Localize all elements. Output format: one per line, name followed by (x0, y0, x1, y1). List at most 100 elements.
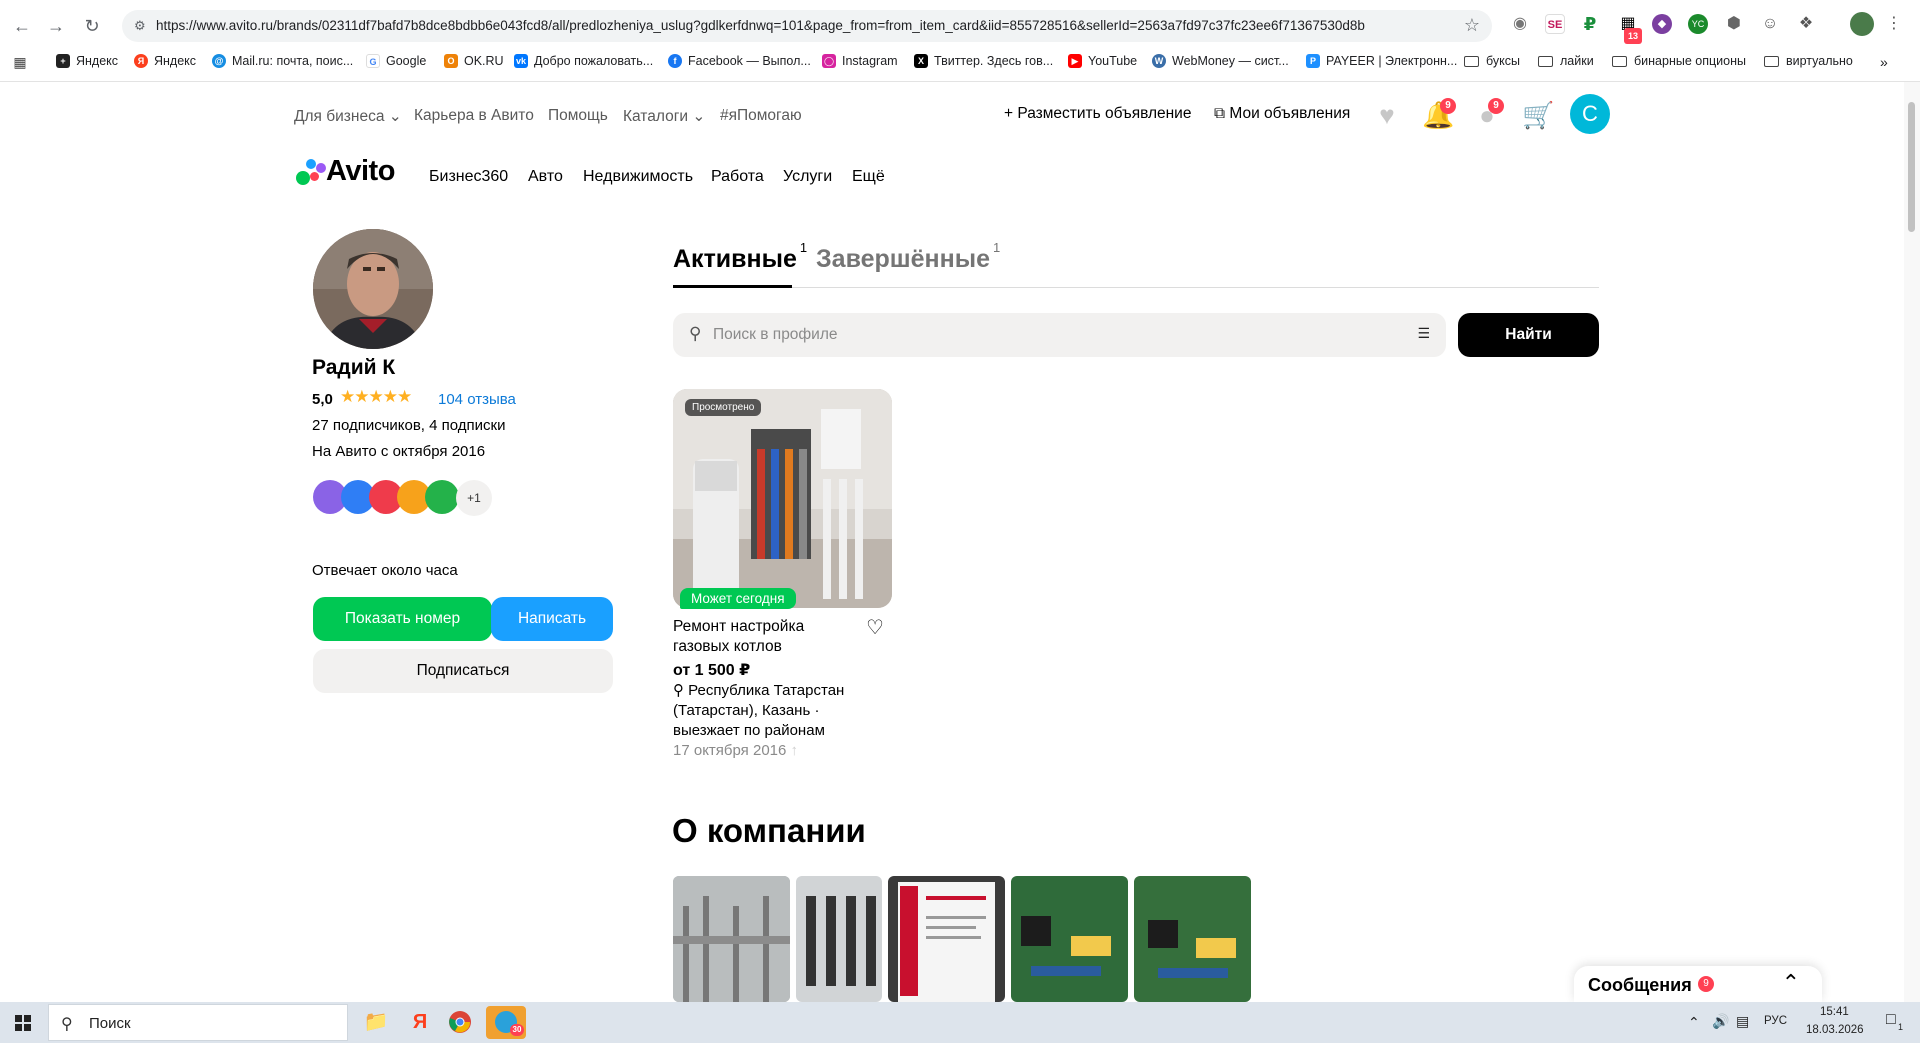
system-tray: ⌃ 🔊 ▤ РУС 15:41 18.03.2026 □ 1 (1680, 1002, 1920, 1043)
tab-active[interactable]: Активные 1 (673, 240, 807, 274)
item-location-text: Республика Татарстан (Татарстан), Казань… (673, 682, 845, 739)
post-ad-link[interactable]: + Разместить объявление (1004, 105, 1191, 123)
url-text[interactable]: https://www.avito.ru/brands/02311df7bafd… (156, 18, 1466, 33)
company-photo-5[interactable] (1134, 876, 1251, 1002)
bookmark-google[interactable]: G Google (366, 54, 426, 68)
favorites-heart-icon[interactable]: ♥ (1372, 100, 1402, 130)
achievement-leaf-icon[interactable] (425, 480, 459, 514)
reload-icon[interactable]: ↻ (78, 12, 106, 40)
tray-chevron-up-icon[interactable]: ⌃ (1688, 1014, 1700, 1031)
help-link[interactable]: Помощь (548, 107, 608, 125)
extension-cube-icon[interactable]: ⬢ (1724, 14, 1744, 34)
extension-se-icon[interactable]: SE (1545, 14, 1565, 34)
bookmark-star-icon[interactable]: ☆ (1464, 15, 1480, 36)
bookmark-label: WebMoney — сист... (1172, 54, 1289, 68)
file-explorer-icon[interactable]: 📁 (356, 1006, 396, 1039)
profile-avatar-icon[interactable] (1850, 12, 1874, 36)
extension-ruble-icon[interactable]: ₽ (1580, 14, 1600, 34)
reviews-link[interactable]: 104 отзыва (438, 391, 516, 408)
category-business360[interactable]: Бизнес360 (429, 168, 508, 186)
category-realty[interactable]: Недвижимость (583, 168, 693, 186)
company-photo-3[interactable] (888, 876, 1005, 1002)
find-button[interactable]: Найти (1458, 313, 1599, 357)
avito-logo[interactable]: Avito (294, 155, 404, 191)
extension-gem-icon[interactable]: ◆ (1652, 14, 1672, 34)
career-link[interactable]: Карьера в Авито (414, 107, 534, 125)
more-bookmarks-icon[interactable]: » (1880, 54, 1888, 70)
ya-pomogayu-link[interactable]: #яПомогаю (720, 107, 802, 125)
item-photo[interactable]: Просмотрено (673, 389, 892, 608)
forward-icon[interactable]: → (42, 12, 70, 40)
item-title[interactable]: Ремонт настройка газовых котлов (673, 617, 833, 657)
bookmark-payeer[interactable]: P PAYEER | Электронн... (1306, 54, 1457, 68)
filter-sliders-icon[interactable]: ☰ (1417, 325, 1430, 342)
company-photo-2[interactable] (796, 876, 882, 1002)
notification-center-icon[interactable]: □ (1886, 1011, 1896, 1029)
category-jobs[interactable]: Работа (711, 168, 764, 186)
extensions-puzzle-icon[interactable]: ❖ (1796, 14, 1816, 34)
scrollbar-thumb[interactable] (1908, 102, 1915, 232)
item-price: от 1 500 ₽ (673, 662, 751, 679)
cart-icon[interactable]: 🛒 (1522, 100, 1554, 130)
notifications-badge: 9 (1440, 98, 1456, 114)
page-scrollbar[interactable] (1904, 82, 1920, 1002)
profile-search-input[interactable] (713, 313, 1393, 357)
extension-green-icon[interactable]: YC (1688, 14, 1708, 34)
bookmark-webmoney[interactable]: W WebMoney — сист... (1152, 54, 1289, 68)
bookmark-yandex-1[interactable]: + Яндекс (56, 54, 118, 68)
address-bar[interactable]: ⚙ https://www.avito.ru/brands/02311df7ba… (122, 10, 1492, 42)
my-ads-link[interactable]: ⧉ Мои объявления (1214, 105, 1350, 123)
tab-finished-count: 1 (992, 239, 1001, 255)
windows-start-icon[interactable] (0, 1002, 46, 1043)
clock-date[interactable]: 18.03.2026 (1806, 1024, 1864, 1036)
okru-icon: O (444, 54, 458, 68)
followers-info: 27 подписчиков, 4 подписки (312, 417, 506, 434)
bookmark-youtube[interactable]: ▶ YouTube (1068, 54, 1137, 68)
photo-circuit-board-2 (1134, 876, 1251, 1002)
bookmark-twitter[interactable]: X Твиттер. Здесь гов... (914, 54, 1053, 68)
site-info-icon[interactable]: ⚙ (134, 17, 152, 35)
bookmark-vk[interactable]: vk Добро пожаловать... (514, 54, 653, 68)
tab-finished[interactable]: Завершённые 1 (816, 240, 1000, 274)
language-indicator[interactable]: РУС (1764, 1015, 1787, 1027)
category-auto[interactable]: Авто (528, 168, 563, 186)
bookmark-yandex-2[interactable]: Я Яндекс (134, 54, 196, 68)
category-more[interactable]: Ещё (852, 168, 885, 186)
clock-time[interactable]: 15:41 (1820, 1006, 1849, 1018)
menu-icon[interactable]: ⋮ (1884, 14, 1904, 34)
show-phone-button[interactable]: Показать номер (313, 597, 492, 641)
add-to-favorites-heart-icon[interactable]: ♡ (866, 615, 884, 640)
catalogs-link[interactable]: Каталоги ⌄ (623, 107, 705, 126)
apps-grid-icon[interactable]: ▦ (10, 52, 30, 72)
company-photo-1[interactable] (673, 876, 790, 1002)
bookmark-folder-layki[interactable]: лайки (1538, 54, 1594, 68)
more-achievements[interactable]: +1 (456, 480, 492, 516)
write-message-button[interactable]: Написать (491, 597, 613, 641)
active-tab-indicator (673, 285, 792, 288)
taskbar-search[interactable]: ⚲ Поиск (48, 1004, 348, 1041)
bookmark-folder-binary[interactable]: бинарные опционы (1612, 54, 1746, 68)
user-avatar[interactable]: С (1570, 94, 1610, 134)
bookmark-facebook[interactable]: f Facebook — Выпол... (668, 54, 811, 68)
chevron-up-icon[interactable]: ⌃ (1782, 970, 1800, 996)
extension-face-icon[interactable]: ☺ (1760, 14, 1780, 34)
company-photo-4[interactable] (1011, 876, 1128, 1002)
business-link[interactable]: Для бизнеса ⌄ (294, 107, 402, 126)
yandex-browser-icon[interactable]: Я (400, 1006, 440, 1039)
volume-icon[interactable]: 🔊 (1712, 1013, 1729, 1030)
category-services[interactable]: Услуги (783, 168, 832, 186)
chrome-icon[interactable] (440, 1006, 480, 1039)
translate-icon[interactable]: ◉ (1510, 14, 1530, 34)
bookmark-label: Google (386, 54, 427, 68)
subscribe-button[interactable]: Подписаться (313, 649, 613, 693)
messages-widget[interactable]: Сообщения 9 ⌃ (1574, 966, 1822, 1002)
bookmark-okru[interactable]: O OK.RU (444, 54, 504, 68)
bookmark-mailru[interactable]: @ Mail.ru: почта, поис... (212, 54, 353, 68)
bookmark-folder-virtual[interactable]: виртуально (1764, 54, 1853, 68)
bookmark-instagram[interactable]: ◯ Instagram (822, 54, 898, 68)
network-icon[interactable]: ▤ (1736, 1013, 1749, 1030)
bookmark-folder-buksy[interactable]: буксы (1464, 54, 1520, 68)
seller-avatar (313, 229, 433, 349)
back-icon[interactable]: ← (8, 12, 36, 40)
logo-dot-blue (306, 159, 316, 169)
